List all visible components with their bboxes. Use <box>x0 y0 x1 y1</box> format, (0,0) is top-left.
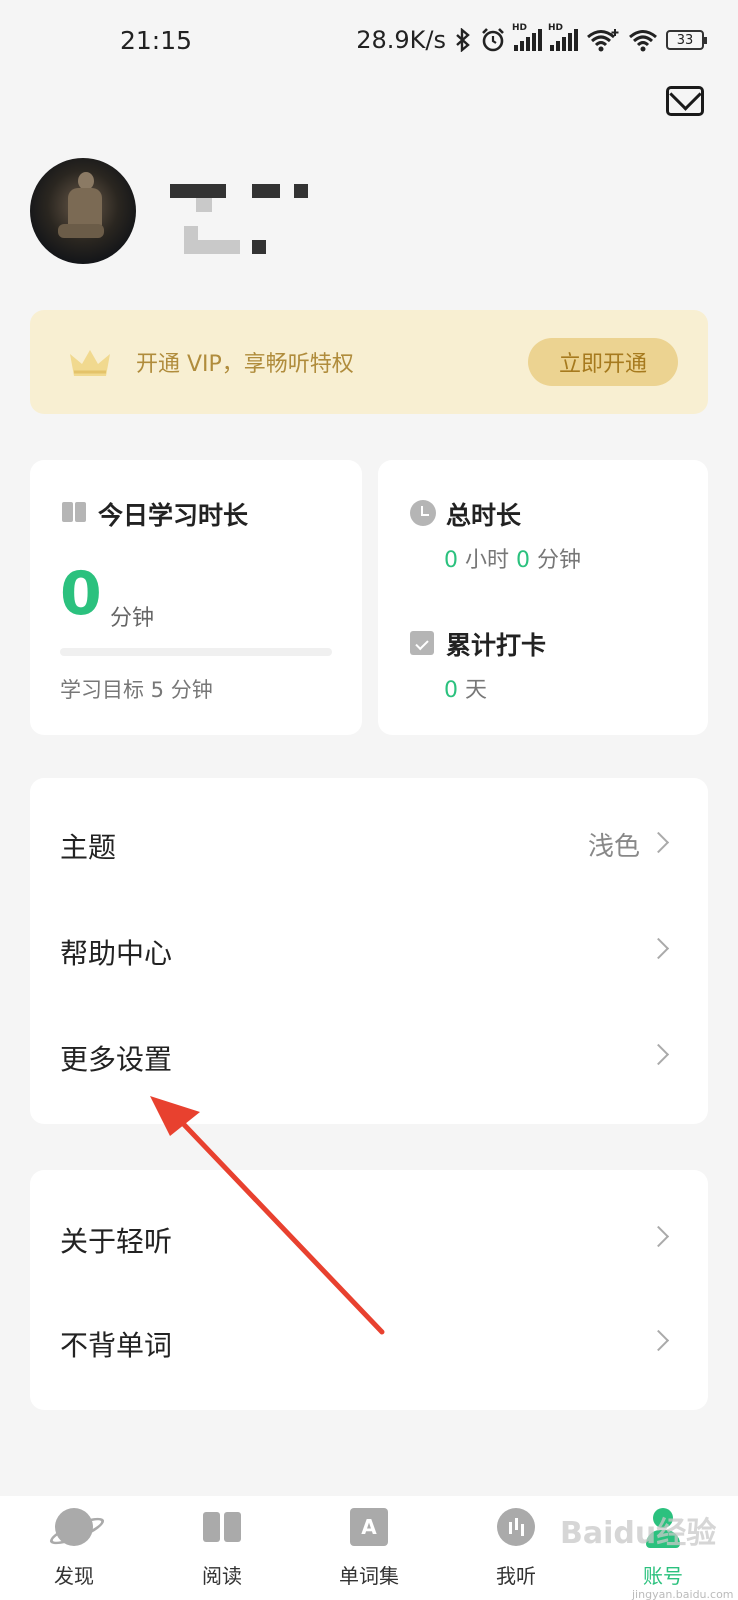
baidu-watermark: Baidu经验 <box>560 1516 717 1551</box>
vip-promo-text: 开通 VIP，享畅听特权 <box>136 352 354 377</box>
listen-icon <box>497 1508 535 1546</box>
settings-menu: 主题 浅色 帮助中心 更多设置 <box>30 778 708 1124</box>
avatar[interactable] <box>30 158 136 264</box>
chevron-right-icon <box>647 1329 670 1352</box>
today-study-minutes: 0 <box>60 559 102 629</box>
chevron-right-icon <box>647 937 670 960</box>
status-time: 21:15 <box>120 26 193 55</box>
clock-icon <box>410 500 436 526</box>
today-study-title: 今日学习时长 <box>98 501 249 530</box>
checkin-title: 累计打卡 <box>446 631 547 660</box>
bluetooth-icon <box>456 28 470 52</box>
theme-value: 浅色 <box>587 832 640 862</box>
tab-discover[interactable]: 发现 <box>14 1496 134 1600</box>
vip-banner[interactable]: 开通 VIP，享畅听特权 立即开通 <box>30 310 708 414</box>
crown-icon <box>70 350 110 376</box>
mail-icon[interactable] <box>666 86 704 116</box>
book-icon <box>62 502 86 522</box>
chevron-right-icon <box>647 831 670 854</box>
study-progress-bar <box>60 648 332 656</box>
today-study-unit: 分钟 <box>110 606 155 631</box>
cell-signal-1-icon: HD <box>512 23 542 51</box>
chevron-right-icon <box>647 1225 670 1248</box>
watermark-url: jingyan.baidu.com <box>632 1588 734 1600</box>
tab-my-listening[interactable]: 我听 <box>456 1496 576 1600</box>
menu-item-bubei-words[interactable]: 不背单词 <box>30 1290 708 1394</box>
tab-word-sets[interactable]: A 单词集 <box>309 1496 429 1600</box>
battery-icon: 33 <box>666 30 707 50</box>
alarm-icon <box>482 28 504 52</box>
vip-subscribe-button[interactable]: 立即开通 <box>528 338 678 386</box>
status-bar: 21:15 28.9K/s HD HD 33 <box>0 0 738 86</box>
network-speed: 28.9K/s <box>356 26 446 54</box>
calendar-check-icon <box>410 631 434 655</box>
chevron-right-icon <box>647 1043 670 1066</box>
tab-read[interactable]: 阅读 <box>162 1496 282 1600</box>
checkin-days: 0 天 <box>444 678 488 703</box>
planet-icon <box>55 1508 93 1546</box>
study-goal: 学习目标 5 分钟 <box>60 678 213 702</box>
menu-item-about[interactable]: 关于轻听 <box>30 1186 708 1290</box>
status-icons: 28.9K/s HD HD 33 <box>356 23 707 54</box>
wifi-icon <box>629 30 657 52</box>
total-stats-card: 总时长 0 小时 0 分钟 累计打卡 0 天 <box>378 460 708 735</box>
today-study-card: 今日学习时长 0 分钟 学习目标 5 分钟 <box>30 460 362 735</box>
total-duration-title: 总时长 <box>446 501 522 530</box>
cell-signal-2-icon: HD <box>548 23 578 51</box>
total-duration-value: 0 小时 0 分钟 <box>444 548 582 573</box>
menu-item-more-settings[interactable]: 更多设置 <box>30 1004 708 1108</box>
menu-item-theme[interactable]: 主题 浅色 <box>30 792 708 896</box>
word-set-icon: A <box>350 1508 388 1546</box>
about-menu: 关于轻听 不背单词 <box>30 1170 708 1410</box>
wifi-plus-icon <box>587 29 619 52</box>
book-icon <box>203 1508 241 1546</box>
menu-item-help-center[interactable]: 帮助中心 <box>30 898 708 1002</box>
